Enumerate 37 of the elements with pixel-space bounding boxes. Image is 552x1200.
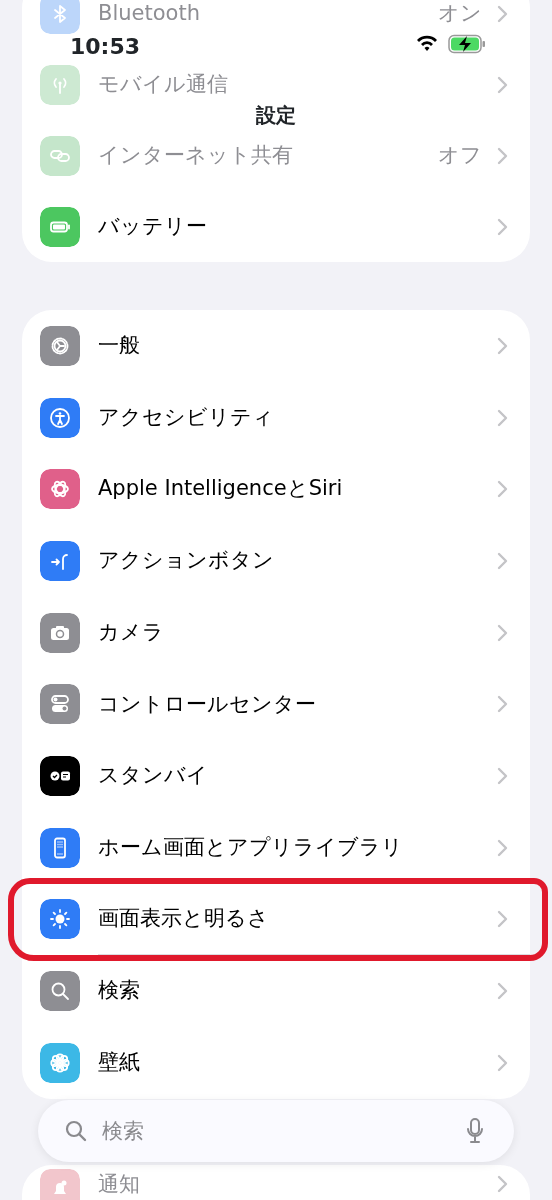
row-value: オフ (438, 141, 482, 169)
battery-charging-icon (448, 34, 486, 54)
chevron-icon (496, 838, 508, 857)
page-title: 設定 (256, 103, 296, 127)
row-label[interactable]: 画面表示と明るさ (98, 903, 269, 935)
chevron-icon (496, 408, 508, 427)
chevron-icon (496, 909, 508, 928)
row-label[interactable]: カメラ (98, 616, 164, 649)
chevron-icon (496, 480, 508, 499)
row-value: オン (438, 0, 482, 27)
row-label[interactable]: 検索 (98, 975, 140, 1007)
row-label[interactable]: アクションボタン (98, 545, 274, 577)
row-label[interactable]: ホーム画面とアプリライブラリ (98, 831, 403, 864)
row-label[interactable]: コントロールセンター (98, 688, 316, 721)
row-label[interactable]: バッテリー (98, 210, 207, 243)
search-icon (64, 1119, 88, 1143)
status-time: 10:53 (70, 33, 141, 61)
chevron-icon (496, 551, 508, 570)
chevron-icon (496, 766, 508, 785)
row-label[interactable]: 一般 (98, 330, 140, 362)
microphone-icon[interactable] (466, 1118, 484, 1144)
row-label[interactable]: アクセシビリティ (98, 401, 274, 434)
row-label[interactable]: スタンバイ (98, 760, 208, 792)
chevron-icon (496, 1053, 508, 1072)
search-field[interactable]: 検索 (38, 1100, 514, 1162)
chevron-icon (496, 336, 508, 355)
row-label[interactable]: Apple IntelligenceとSiri (98, 473, 343, 505)
chevron-icon (496, 146, 508, 165)
chevron-icon (496, 75, 508, 94)
chevron-icon (496, 4, 508, 23)
row-label[interactable]: 壁紙 (98, 1046, 140, 1079)
chevron-icon (496, 982, 508, 1001)
wifi-icon (416, 34, 438, 52)
chevron-icon (496, 1175, 508, 1194)
chevron-icon (496, 623, 508, 642)
chevron-icon (496, 695, 508, 714)
chevron-icon (496, 217, 508, 236)
